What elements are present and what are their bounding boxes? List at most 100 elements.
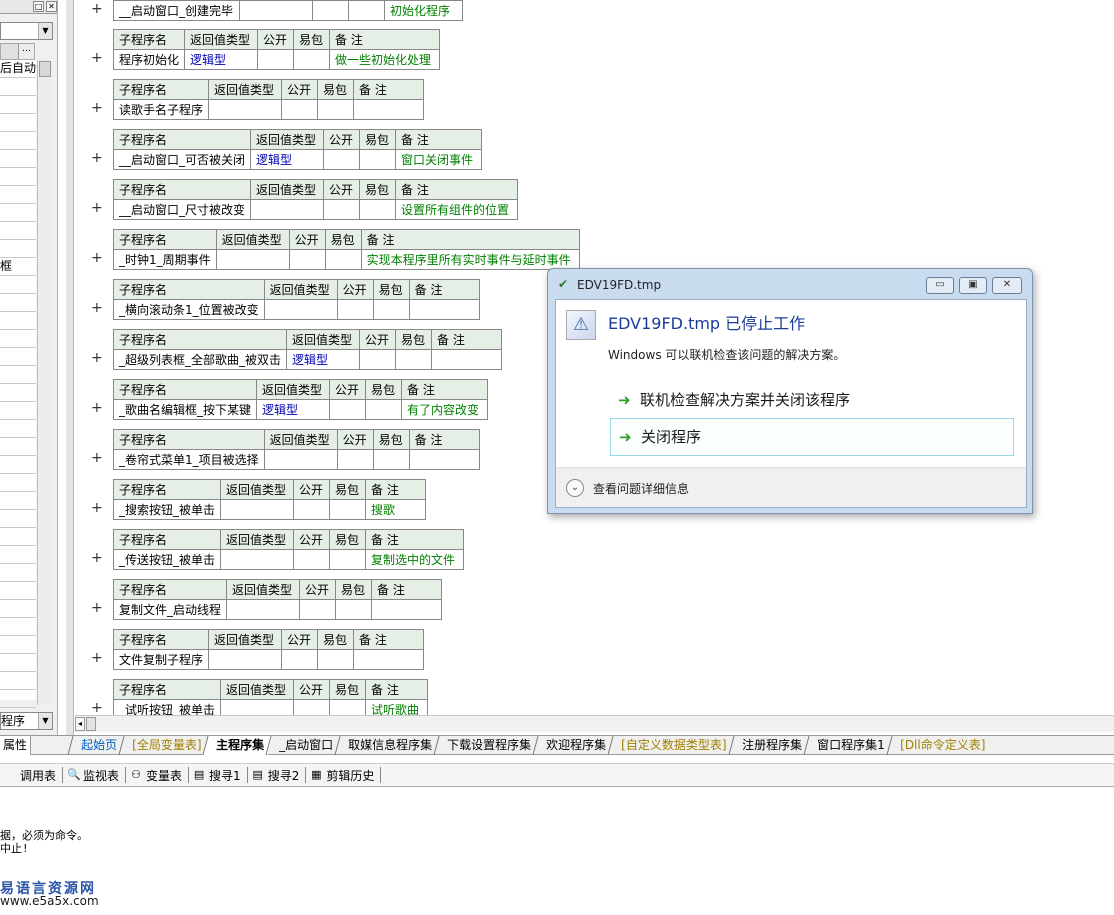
sub-easy[interactable] [329, 549, 367, 570]
sub-type[interactable]: 逻辑型 [256, 399, 331, 420]
expand-icon[interactable]: + [91, 351, 103, 365]
sub-name[interactable]: _搜索按钮_被单击 [112, 499, 222, 520]
sub-public[interactable] [336, 299, 374, 320]
sub-table-partial[interactable]: + __启动窗口_创建完毕 初始化程序 [91, 0, 463, 21]
program-tab[interactable]: _启动窗口 [265, 736, 342, 755]
property-row[interactable]: 框 [0, 258, 36, 276]
sub-type[interactable] [220, 499, 295, 520]
expand-icon[interactable]: + [91, 251, 103, 265]
sub-table[interactable]: + 子程序名 返回值类型 公开 易包 备 注 _横向滚动条1_位置被改变 [91, 279, 480, 320]
property-row[interactable] [0, 492, 36, 510]
sub-easy[interactable] [395, 349, 433, 370]
sub-type[interactable] [263, 449, 338, 470]
property-row[interactable] [0, 366, 36, 384]
property-row[interactable] [0, 456, 36, 474]
program-tab[interactable]: 起始页 [67, 736, 126, 755]
sub-public[interactable] [281, 99, 319, 120]
sub-type[interactable] [220, 549, 295, 570]
toolbar-button[interactable]: 调用表 [0, 767, 64, 783]
scroll-left-icon[interactable]: ◂ [75, 717, 85, 731]
program-tab[interactable]: 注册程序集 [728, 736, 811, 755]
sub-name[interactable]: 读歌手名子程序 [112, 99, 210, 120]
sub-note[interactable]: 设置所有组件的位置 [395, 199, 519, 220]
property-row[interactable] [0, 600, 36, 618]
expand-icon[interactable]: + [91, 401, 103, 415]
sub-table[interactable]: + 子程序名 返回值类型 公开 易包 备 注 复制文件_启动线程 [91, 579, 443, 620]
sub-easy[interactable] [329, 499, 367, 520]
sub-note[interactable]: 有了内容改变 [401, 399, 489, 420]
program-tab[interactable]: [全局变量表] [118, 736, 210, 755]
expand-icon[interactable]: + [91, 51, 103, 65]
program-tab[interactable]: 取媒信息程序集 [334, 736, 441, 755]
program-tab[interactable]: 主程序集 [202, 736, 273, 755]
expand-icon[interactable]: + [91, 2, 103, 16]
close-program-option[interactable]: ➜ 关闭程序 [610, 418, 1014, 456]
expand-icon[interactable]: + [91, 301, 103, 315]
property-row[interactable] [0, 114, 36, 132]
property-row[interactable] [0, 186, 36, 204]
sub-easy[interactable] [348, 0, 385, 21]
sub-public[interactable] [257, 49, 295, 70]
sub-name[interactable]: __启动窗口_可否被关闭 [112, 149, 252, 170]
sub-public[interactable] [323, 199, 361, 220]
sub-type[interactable] [250, 199, 325, 220]
component-selector[interactable]: ▼ [0, 22, 53, 40]
property-row[interactable] [0, 510, 36, 528]
tab-properties[interactable]: 属性 [0, 736, 32, 755]
sub-table[interactable]: + 子程序名 返回值类型 公开 易包 备 注 程序初始化 逻辑型 做一些初始化处… [91, 29, 441, 70]
property-row[interactable] [0, 312, 36, 330]
sub-type[interactable] [208, 649, 283, 670]
sub-note[interactable]: 试听歌曲 [365, 699, 429, 715]
property-row[interactable] [0, 402, 36, 420]
property-scrollbar[interactable] [37, 60, 52, 705]
sub-type[interactable] [208, 99, 283, 120]
sub-table[interactable]: + 子程序名 返回值类型 公开 易包 备 注 _搜索按钮_被单击 搜歌 [91, 479, 427, 520]
sub-note[interactable] [408, 449, 480, 470]
sub-name[interactable]: 文件复制子程序 [112, 649, 210, 670]
property-row[interactable] [0, 168, 36, 186]
sub-name[interactable]: __启动窗口_尺寸被改变 [112, 199, 252, 220]
property-row[interactable] [0, 420, 36, 438]
sub-easy[interactable] [293, 49, 331, 70]
sub-name[interactable]: __启动窗口_创建完毕 [113, 0, 240, 21]
chevron-down-icon[interactable]: ▼ [38, 713, 52, 729]
sub-easy[interactable] [317, 649, 355, 670]
sub-public[interactable] [336, 449, 374, 470]
sub-table[interactable]: + 子程序名 返回值类型 公开 易包 备 注 _试听按钮_被单击 试听歌曲 [91, 679, 429, 715]
sub-name[interactable]: _传送按钮_被单击 [112, 549, 222, 570]
property-row[interactable] [0, 672, 36, 690]
property-row[interactable] [0, 276, 36, 294]
property-row[interactable] [0, 96, 36, 114]
program-tab[interactable]: [Dll命令定义表] [885, 736, 994, 755]
toolbar-button[interactable]: ▤ 搜寻2 [248, 767, 307, 783]
sub-name[interactable]: _试听按钮_被单击 [112, 699, 222, 715]
sub-table[interactable]: + 子程序名 返回值类型 公开 易包 备 注 读歌手名子程序 [91, 79, 425, 120]
sub-public[interactable] [359, 349, 397, 370]
sub-name[interactable]: _卷帘式菜单1_项目被选择 [113, 449, 265, 470]
sub-public[interactable] [293, 499, 331, 520]
sub-table[interactable]: + 子程序名 返回值类型 公开 易包 备 注 __启动窗口_可否被关闭 逻辑型 … [91, 129, 483, 170]
panel-close-button[interactable]: ✕ [46, 1, 57, 12]
check-online-option[interactable]: ➜ 联机检查解决方案并关闭该程序 [610, 382, 1014, 420]
expand-icon[interactable]: + [91, 551, 103, 565]
sub-table[interactable]: + 子程序名 返回值类型 公开 易包 备 注 _时钟1_周期事件 实现本程序里所… [91, 229, 580, 270]
expand-icon[interactable]: + [91, 101, 103, 115]
sub-note[interactable] [353, 99, 425, 120]
chevron-down-icon[interactable]: ▼ [38, 23, 52, 39]
expand-icon[interactable]: + [91, 451, 103, 465]
sub-easy[interactable] [329, 699, 367, 715]
sub-note[interactable] [353, 649, 425, 670]
maximize-button[interactable]: ▣ [959, 277, 987, 294]
program-selector[interactable]: 程序 ▼ [0, 712, 53, 730]
sub-public[interactable] [288, 249, 326, 270]
sub-note[interactable] [408, 299, 480, 320]
sub-public[interactable] [293, 699, 331, 715]
sub-public[interactable] [281, 649, 319, 670]
property-row[interactable] [0, 222, 36, 240]
sub-name[interactable]: 程序初始化 [112, 49, 186, 70]
view-details-link[interactable]: 查看问题详细信息 [593, 480, 689, 497]
sub-note[interactable]: 初始化程序 [384, 0, 463, 21]
sub-table[interactable]: + 子程序名 返回值类型 公开 易包 备 注 _卷帘式菜单1_项目被选择 [91, 429, 480, 470]
property-row[interactable] [0, 78, 36, 96]
scrollbar-thumb[interactable] [86, 717, 96, 731]
